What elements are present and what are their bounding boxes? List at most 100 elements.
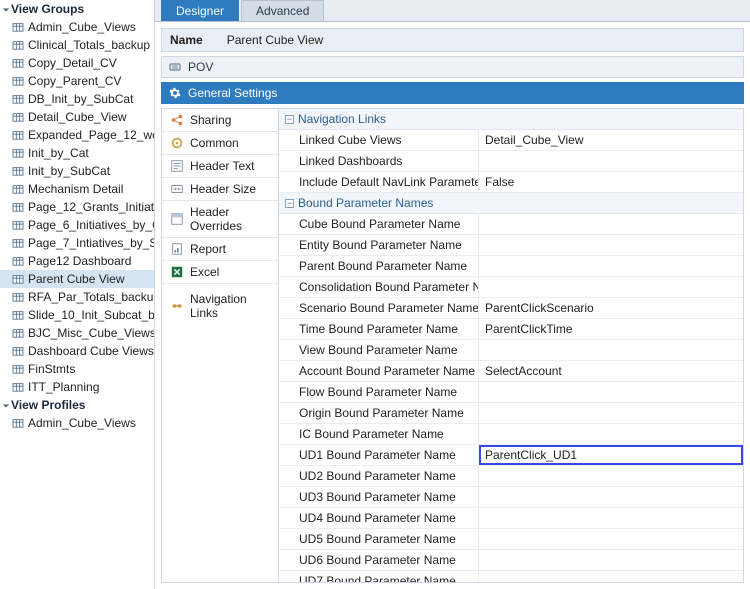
tree-item[interactable]: Parent Cube View bbox=[0, 270, 154, 288]
work-area: Sharing CommonHeader TextHeader Size Heade… bbox=[161, 108, 744, 583]
property-key: Time Bound Parameter Name bbox=[279, 319, 479, 339]
property-value[interactable] bbox=[479, 403, 743, 423]
tree-item-text: Dashboard Cube Views bbox=[28, 344, 154, 358]
tree-item[interactable]: RFA_Par_Totals_backup bbox=[0, 288, 154, 306]
tree-item[interactable]: Copy_Detail_CV bbox=[0, 54, 154, 72]
tree-item[interactable]: Page12 Dashboard bbox=[0, 252, 154, 270]
tree-item[interactable]: Dashboard Cube Views bbox=[0, 342, 154, 360]
tree-group[interactable]: View Groups bbox=[0, 0, 154, 18]
hover-icon bbox=[170, 212, 184, 226]
section-list-item[interactable]: Header Text bbox=[162, 155, 278, 178]
tree-item[interactable]: Page_6_Initiatives_by_Categ bbox=[0, 216, 154, 234]
tree-item[interactable]: BJC_Misc_Cube_Views bbox=[0, 324, 154, 342]
main-panel: Designer Advanced Name Parent Cube View … bbox=[155, 0, 750, 589]
tree-item[interactable]: Slide_10_Init_Subcat_by_Me bbox=[0, 306, 154, 324]
property-value[interactable] bbox=[479, 235, 743, 255]
property-row: Time Bound Parameter NameParentClickTime bbox=[279, 319, 743, 340]
property-key: View Bound Parameter Name bbox=[279, 340, 479, 360]
cube-icon bbox=[12, 346, 24, 356]
property-row: Flow Bound Parameter Name bbox=[279, 382, 743, 403]
tree-item[interactable]: Expanded_Page_12_working bbox=[0, 126, 154, 144]
tree-item[interactable]: Admin_Cube_Views bbox=[0, 414, 154, 432]
tree-item[interactable]: Page_12_Grants_Initiatives_ bbox=[0, 198, 154, 216]
app-root: View GroupsAdmin_Cube_ViewsClinical_Tota… bbox=[0, 0, 750, 589]
property-value[interactable] bbox=[479, 508, 743, 528]
tree-item-text: Page_12_Grants_Initiatives_ bbox=[28, 200, 154, 214]
property-value[interactable] bbox=[479, 214, 743, 234]
section-list-item[interactable]: Common bbox=[162, 132, 278, 155]
section-list-item[interactable]: Sharing bbox=[162, 109, 278, 132]
tree-item-text: Init_by_SubCat bbox=[28, 164, 110, 178]
nav-tree: View GroupsAdmin_Cube_ViewsClinical_Tota… bbox=[0, 0, 155, 589]
common-icon bbox=[170, 136, 184, 150]
tree-item-text: Page_7_Intiatives_by_SubCa bbox=[28, 236, 154, 250]
cube-icon bbox=[12, 310, 24, 320]
property-section-title: Navigation Links bbox=[298, 112, 386, 126]
chevron-down-icon bbox=[2, 402, 9, 409]
property-row: Entity Bound Parameter Name bbox=[279, 235, 743, 256]
tree-item[interactable]: Clinical_Totals_backup bbox=[0, 36, 154, 54]
property-value[interactable]: ParentClickTime bbox=[479, 319, 743, 339]
section-list-item[interactable]: Excel bbox=[162, 261, 278, 284]
tab-designer[interactable]: Designer bbox=[161, 0, 239, 21]
cube-icon bbox=[12, 94, 24, 104]
cube-icon bbox=[12, 292, 24, 302]
cube-icon bbox=[12, 166, 24, 176]
tree-group[interactable]: View Profiles bbox=[0, 396, 154, 414]
general-bar[interactable]: General Settings bbox=[161, 82, 744, 104]
property-value[interactable] bbox=[479, 466, 743, 486]
tree-item[interactable]: Mechanism Detail bbox=[0, 180, 154, 198]
property-section-header[interactable]: −Bound Parameter Names bbox=[279, 193, 743, 214]
name-value[interactable]: Parent Cube View bbox=[221, 33, 330, 47]
tree-item[interactable]: Admin_Cube_Views bbox=[0, 18, 154, 36]
tree-item[interactable]: DB_Init_by_SubCat bbox=[0, 90, 154, 108]
tab-advanced[interactable]: Advanced bbox=[241, 0, 324, 21]
property-value[interactable] bbox=[479, 424, 743, 444]
cube-icon bbox=[12, 220, 24, 230]
property-value[interactable]: Detail_Cube_View bbox=[479, 130, 743, 150]
cube-icon bbox=[12, 58, 24, 68]
property-key: Account Bound Parameter Name bbox=[279, 361, 479, 381]
property-value[interactable]: False bbox=[479, 172, 743, 192]
name-label: Name bbox=[162, 33, 211, 47]
property-value[interactable] bbox=[479, 151, 743, 171]
property-key: UD6 Bound Parameter Name bbox=[279, 550, 479, 570]
pov-bar[interactable]: POV bbox=[161, 56, 744, 78]
chevron-down-icon bbox=[2, 6, 9, 13]
property-value[interactable] bbox=[479, 256, 743, 276]
tree-item[interactable]: Copy_Parent_CV bbox=[0, 72, 154, 90]
tree-item[interactable]: Page_7_Intiatives_by_SubCa bbox=[0, 234, 154, 252]
section-list-item[interactable]: Report bbox=[162, 238, 278, 261]
sharing-icon bbox=[170, 113, 184, 127]
property-value[interactable] bbox=[479, 529, 743, 549]
tree-item-text: BJC_Misc_Cube_Views bbox=[28, 326, 154, 340]
section-list-item[interactable]: Header Size bbox=[162, 178, 278, 201]
section-list-item[interactable]: Navigation Links bbox=[162, 288, 278, 324]
section-list-label: Sharing bbox=[190, 113, 231, 127]
property-value[interactable] bbox=[479, 571, 743, 583]
tree-item[interactable]: Detail_Cube_View bbox=[0, 108, 154, 126]
property-key: Include Default NavLink Parameters bbox=[279, 172, 479, 192]
property-value[interactable]: SelectAccount bbox=[479, 361, 743, 381]
property-section-header[interactable]: −Navigation Links bbox=[279, 109, 743, 130]
cube-icon bbox=[12, 76, 24, 86]
property-value[interactable]: ParentClick_UD1 bbox=[479, 445, 743, 465]
tree-item[interactable]: Init_by_SubCat bbox=[0, 162, 154, 180]
general-label: General Settings bbox=[188, 86, 277, 100]
tree-item-text: RFA_Par_Totals_backup bbox=[28, 290, 154, 304]
tree-item[interactable]: Init_by_Cat bbox=[0, 144, 154, 162]
tree-item[interactable]: ITT_Planning bbox=[0, 378, 154, 396]
property-value[interactable]: ParentClickScenario bbox=[479, 298, 743, 318]
tree-item-text: Mechanism Detail bbox=[28, 182, 123, 196]
property-value[interactable] bbox=[479, 382, 743, 402]
section-list-label: Header Overrides bbox=[190, 205, 270, 233]
cube-icon bbox=[12, 148, 24, 158]
tree-item[interactable]: FinStmts bbox=[0, 360, 154, 378]
property-value[interactable] bbox=[479, 550, 743, 570]
property-value[interactable] bbox=[479, 277, 743, 297]
section-list-item[interactable]: Header Overrides bbox=[162, 201, 278, 238]
property-value[interactable] bbox=[479, 340, 743, 360]
property-row: UD6 Bound Parameter Name bbox=[279, 550, 743, 571]
tree-item-text: Detail_Cube_View bbox=[28, 110, 127, 124]
property-value[interactable] bbox=[479, 487, 743, 507]
